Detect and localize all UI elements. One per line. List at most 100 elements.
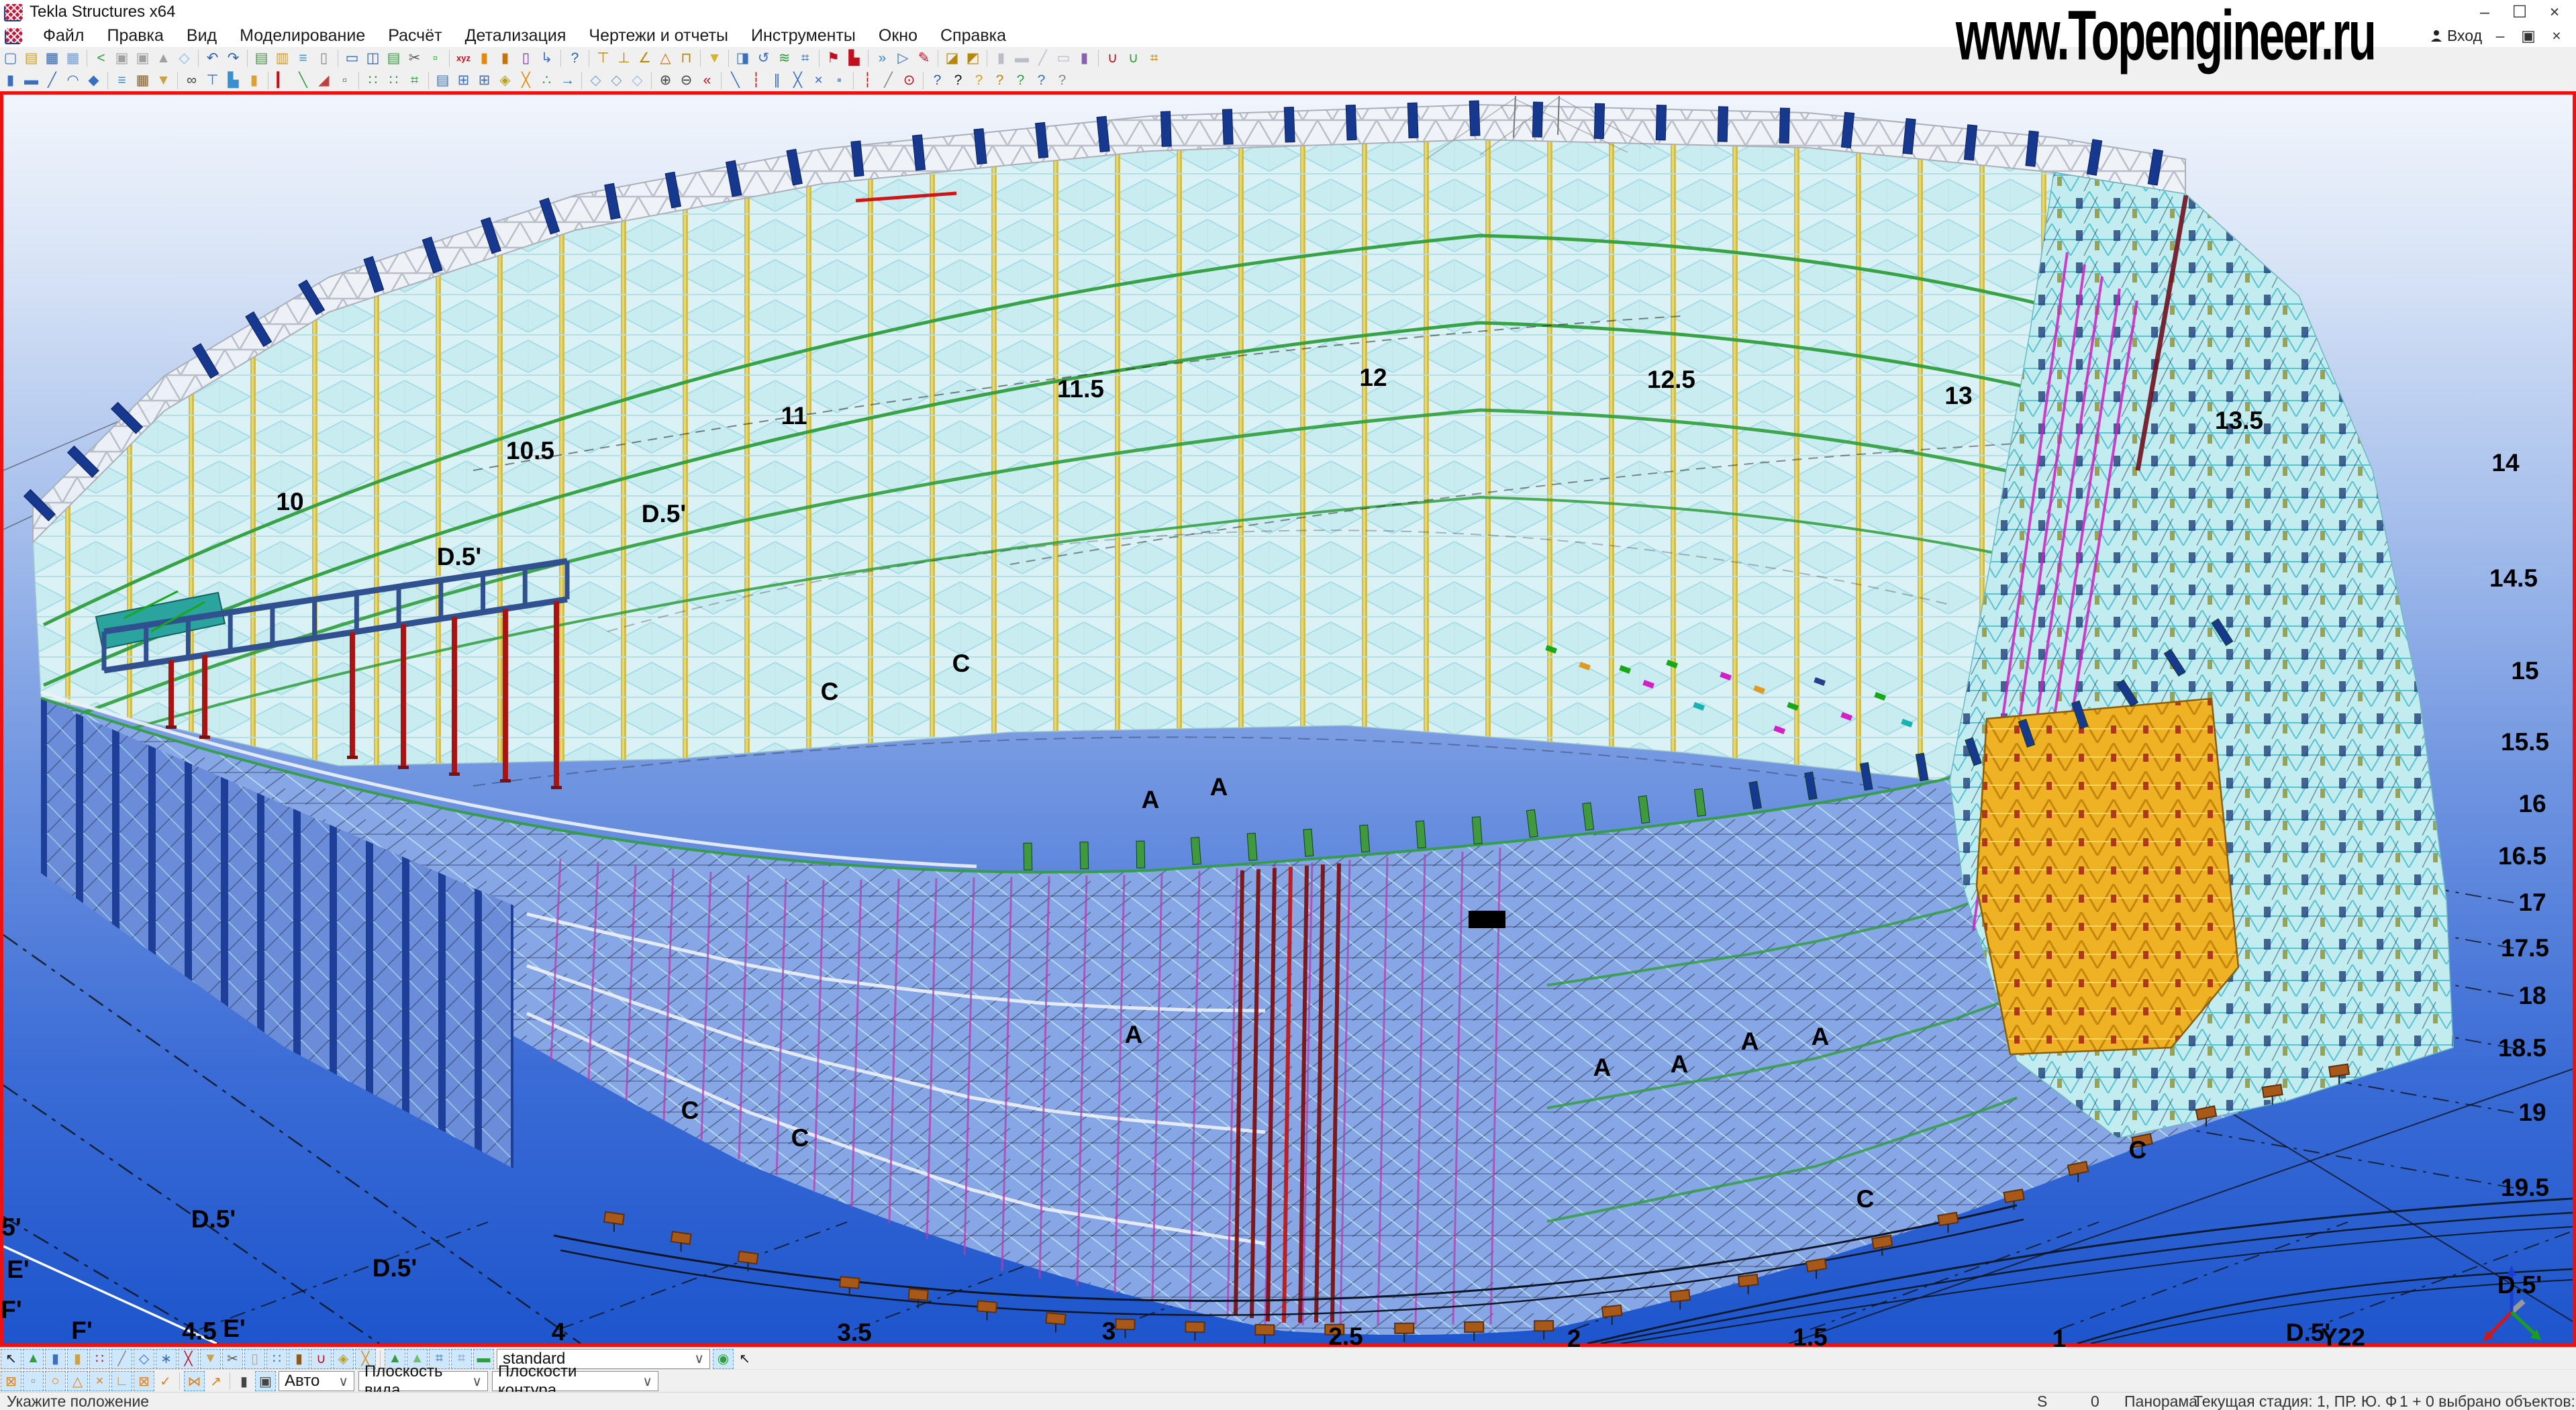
select-lines-icon[interactable]: ╱ <box>111 1349 132 1369</box>
window-minimize-button[interactable]: – <box>2467 1 2502 23</box>
snap-endpoint-icon[interactable]: ▫ <box>23 1371 44 1391</box>
publish-icon[interactable]: ▣ <box>111 48 132 68</box>
create-column-icon[interactable]: ▮ <box>0 70 21 90</box>
purple-box-icon[interactable]: ▮ <box>1074 48 1095 68</box>
select-points-icon[interactable]: ∷ <box>89 1349 110 1369</box>
cone-tool-icon[interactable]: △ <box>655 48 676 68</box>
white-curved-beam-icon[interactable]: ╱ <box>1032 48 1053 68</box>
inquire-assembly-icon[interactable]: ? <box>1010 70 1031 90</box>
select-views-icon[interactable]: ▯ <box>244 1349 265 1369</box>
orange-panel-icon[interactable]: ▮ <box>244 70 264 90</box>
exit-door-icon[interactable]: ▯ <box>313 48 334 68</box>
select-cursor-icon[interactable]: ↖ <box>1 1349 21 1369</box>
inquire-bolt-icon[interactable]: ? <box>989 70 1010 90</box>
u-bolt-green-icon[interactable]: ∪ <box>1123 48 1144 68</box>
menu-item-3[interactable]: Вид <box>175 26 228 46</box>
named-views-icon[interactable]: ▤ <box>383 48 404 68</box>
catalog-icon[interactable]: ▲ <box>153 48 174 68</box>
menu-item-5[interactable]: Расчёт <box>377 26 453 46</box>
inquire-part-icon[interactable]: ? <box>969 70 989 90</box>
compass-x-icon[interactable]: ╳ <box>515 70 536 90</box>
create-curved-beam-icon[interactable]: ◠ <box>62 70 83 90</box>
create-beam-icon[interactable]: ▬ <box>21 70 42 90</box>
select-grid-lines-icon[interactable]: ╳ <box>178 1349 199 1369</box>
rotate-tool-icon[interactable]: ↺ <box>753 48 774 68</box>
menu-item-2[interactable]: Правка <box>95 26 175 46</box>
undo-icon[interactable]: ↶ <box>202 48 223 68</box>
snap-points-toggle-icon[interactable]: ⊠ <box>1 1371 21 1391</box>
snap-ortho-icon[interactable]: ⋈ <box>184 1371 205 1391</box>
snap-end-icon[interactable]: × <box>808 70 829 90</box>
menu-item-7[interactable]: Чертежи и отчеты <box>577 26 740 46</box>
snap-perpendicular-icon[interactable]: ∟ <box>111 1371 132 1391</box>
t-top-icon[interactable]: ⊤ <box>593 48 613 68</box>
menu-item-9[interactable]: Окно <box>867 26 929 46</box>
snap-line-icon[interactable]: ╱ <box>878 70 899 90</box>
copy-special-icon[interactable]: ▤ <box>432 70 453 90</box>
new-window-icon[interactable]: ▭ <box>342 48 362 68</box>
menu-item-10[interactable]: Справка <box>929 26 1018 46</box>
zoom-previous-icon[interactable]: « <box>697 70 717 90</box>
phase-lock-icon[interactable]: ▮ <box>495 48 515 68</box>
fast-forward-icon[interactable]: » <box>872 48 893 68</box>
snap-intersection-icon[interactable]: ╳ <box>787 70 808 90</box>
t-view-icon[interactable]: ⊤ <box>202 70 223 90</box>
snap-depth-b-icon[interactable]: ▣ <box>255 1371 276 1391</box>
angle-tool-icon[interactable]: ∠ <box>634 48 655 68</box>
snap-cross-icon[interactable]: × <box>89 1371 110 1391</box>
flag-checkered-icon[interactable]: ⚑ <box>823 48 844 68</box>
grid-calc-icon[interactable]: ⌗ <box>795 48 815 68</box>
snap-division-icon[interactable]: ┆ <box>857 70 878 90</box>
mesh-tool-icon[interactable]: ⌗ <box>1144 48 1165 68</box>
window-maximize-button[interactable]: ☐ <box>2502 1 2537 23</box>
big-cursor-icon[interactable]: ↖ <box>735 1350 754 1368</box>
note-diamond-icon[interactable]: ◈ <box>495 70 515 90</box>
t-bottom-icon[interactable]: ⊥ <box>613 48 634 68</box>
snap-arrow-icon[interactable]: ↗ <box>206 1372 226 1391</box>
binoculars-icon[interactable]: ∞ <box>181 70 202 90</box>
zoom-out-icon[interactable]: ⊖ <box>676 70 697 90</box>
bronze-a-icon[interactable]: ◪ <box>942 48 962 68</box>
template-icon[interactable]: ▣ <box>132 48 153 68</box>
create-plate-icon[interactable]: ◆ <box>83 70 104 90</box>
select-cuts-icon[interactable]: ✂ <box>222 1349 243 1369</box>
snap-mid-icon[interactable]: ▪ <box>829 70 850 90</box>
select-panels-icon[interactable]: ▮ <box>67 1349 88 1369</box>
node-b-icon[interactable]: ◇ <box>606 70 627 90</box>
pad-footing-icon[interactable]: ▦ <box>132 70 153 90</box>
snap-center-icon[interactable]: ⊙ <box>899 70 920 90</box>
login-button[interactable]: Вход <box>2447 27 2482 45</box>
open-model-icon[interactable]: ▤ <box>21 48 42 68</box>
phase-manager-icon[interactable]: ▮ <box>474 48 495 68</box>
create-polybeam-icon[interactable]: ╱ <box>42 70 62 90</box>
select-single-bolts-icon[interactable]: ▮ <box>289 1349 309 1369</box>
snap-gravity-icon[interactable]: △ <box>67 1371 88 1391</box>
selected-handle[interactable] <box>1469 911 1505 928</box>
select-components-icon[interactable]: ▮ <box>45 1349 66 1369</box>
cut-triangle-icon[interactable]: ◢ <box>313 70 334 90</box>
snap-any-icon[interactable]: ✓ <box>156 1372 175 1391</box>
area-select-icon[interactable]: ▫ <box>425 48 446 68</box>
inquire-phase-icon[interactable]: ? <box>1031 70 1052 90</box>
inquire-object-icon[interactable]: ? <box>927 70 948 90</box>
select-notes-icon[interactable]: ◈ <box>333 1349 354 1369</box>
weld-line-icon[interactable]: ▎ <box>272 70 293 90</box>
bolt-mesh-icon[interactable]: ⌗ <box>404 70 425 90</box>
table-a-icon[interactable]: ⊞ <box>453 70 474 90</box>
inquire-report-icon[interactable]: ? <box>1052 70 1073 90</box>
snap-parallel-icon[interactable]: ∥ <box>766 70 787 90</box>
select-filter-toggle-icon[interactable]: ▬ <box>473 1349 494 1369</box>
model-viewport[interactable]: 1010.51111.51212.51313.51414.51515.51616… <box>0 91 2576 1347</box>
node-a-icon[interactable]: ◇ <box>585 70 606 90</box>
u-bolt-red-icon[interactable]: ∪ <box>1102 48 1123 68</box>
weld-diag-icon[interactable]: ╲ <box>293 70 313 90</box>
menu-item-6[interactable]: Детализация <box>454 26 578 46</box>
paint-brush-icon[interactable]: ✎ <box>913 48 934 68</box>
bolt-b-icon[interactable]: ∷ <box>383 70 404 90</box>
new-model-icon[interactable]: ▢ <box>0 48 21 68</box>
reference-model-icon[interactable]: ◇ <box>174 48 195 68</box>
snap-mode-combo[interactable]: Авто∨ <box>279 1371 354 1391</box>
pin-tool-icon[interactable]: ▼ <box>704 48 725 68</box>
window-close-button[interactable]: × <box>2537 1 2572 23</box>
snap-center-toggle-icon[interactable]: ○ <box>45 1371 66 1391</box>
